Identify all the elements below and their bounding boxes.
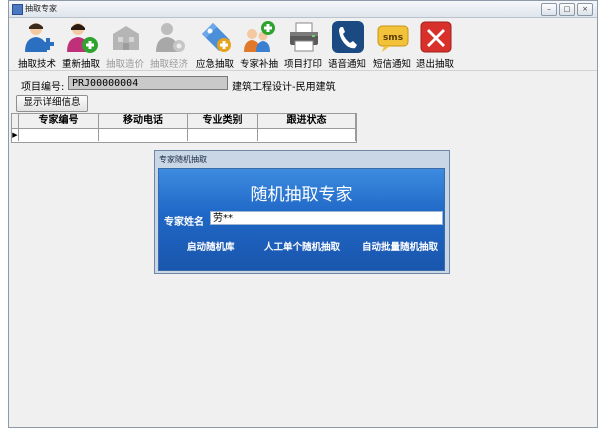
minimize-button[interactable]: –: [541, 3, 557, 16]
toolbar-button-print-project[interactable]: 项目打印: [281, 20, 325, 70]
main-window: 抽取专家 – □ × 抽取技术 重新抽取 抽取造价 抽取经济 应急抽取 专家补抽…: [8, 0, 598, 428]
table-cell[interactable]: [19, 129, 99, 141]
toolbar-button-extract-economy[interactable]: 抽取经济: [147, 20, 191, 70]
column-header[interactable]: 跟进状态: [258, 114, 356, 128]
project-code-label: 项目编号:: [21, 82, 65, 93]
table-cell[interactable]: [99, 129, 188, 141]
toolbar-button-exit-extract[interactable]: 退出抽取: [413, 20, 457, 70]
person-gear-icon: [156, 23, 185, 52]
random-extract-dialog: 专家随机抽取 随机抽取专家 专家姓名 劳** 启动随机库 人工单个随机抽取 自动…: [154, 150, 450, 274]
manual-single-extract-button[interactable]: 人工单个随机抽取: [264, 239, 340, 253]
dialog-heading: 随机抽取专家: [250, 185, 353, 205]
row-selector-icon[interactable]: ▶: [12, 129, 19, 141]
phone-icon: [332, 21, 364, 53]
start-random-pool-button[interactable]: 启动随机库: [187, 239, 235, 253]
table-header: 专家编号 移动电话 专业类别 跟进状态: [12, 114, 356, 129]
close-icon: [420, 21, 452, 53]
show-details-button[interactable]: 显示详细信息: [16, 95, 88, 112]
maximize-button[interactable]: □: [559, 3, 575, 16]
auto-batch-extract-button[interactable]: 自动批量随机抽取: [362, 239, 438, 253]
expert-name-field[interactable]: 劳**: [210, 211, 443, 225]
project-code-field[interactable]: PRJ00000004: [68, 76, 228, 90]
sms-icon: sms: [377, 25, 409, 52]
toolbar-button-re-extract[interactable]: 重新抽取: [59, 20, 103, 70]
window-title: 抽取专家: [25, 4, 57, 13]
project-row: 项目编号: PRJ00000004 建筑工程设计-民用建筑: [9, 74, 597, 96]
column-header[interactable]: 移动电话: [99, 114, 188, 128]
column-header[interactable]: 专业类别: [188, 114, 258, 128]
column-header[interactable]: 专家编号: [19, 114, 99, 128]
row-header-corner: [12, 114, 19, 128]
table-cell[interactable]: [188, 129, 258, 141]
expert-table: 专家编号 移动电话 专业类别 跟进状态 ▶: [11, 113, 357, 143]
title-bar: 抽取专家 – □ ×: [9, 1, 597, 18]
toolbar-button-sms-notify[interactable]: sms 短信通知: [370, 20, 414, 70]
svg-text:sms: sms: [383, 33, 403, 43]
table-row[interactable]: ▶: [12, 129, 356, 141]
project-name: 建筑工程设计-民用建筑: [232, 82, 336, 93]
person-plus-icon: [67, 23, 98, 53]
tag-plus-icon: [202, 23, 231, 52]
dialog-body: 随机抽取专家 专家姓名 劳** 启动随机库 人工单个随机抽取 自动批量随机抽取: [158, 168, 445, 271]
toolbar: 抽取技术 重新抽取 抽取造价 抽取经济 应急抽取 专家补抽 项目打印 语音通知 …: [9, 18, 597, 71]
close-window-button[interactable]: ×: [577, 3, 593, 16]
toolbar-button-supplement-extract[interactable]: 专家补抽: [237, 20, 281, 70]
toolbar-button-extract-tech[interactable]: 抽取技术: [15, 20, 59, 70]
left-edge-artifact: [0, 96, 8, 276]
app-icon: [12, 4, 23, 15]
toolbar-button-extract-cost[interactable]: 抽取造价: [103, 20, 147, 70]
toolbar-label: 抽取经济: [149, 59, 188, 70]
person-add-icon: [25, 23, 54, 52]
toolbar-button-voice-notify[interactable]: 语音通知: [325, 20, 369, 70]
expert-name-label: 专家姓名: [164, 217, 204, 228]
toolbar-label: 退出抽取: [415, 59, 454, 70]
toolbar-button-emergency-extract[interactable]: 应急抽取: [193, 20, 237, 70]
people-plus-icon: [244, 21, 275, 52]
building-icon: [113, 26, 139, 50]
dialog-title: 专家随机抽取: [159, 155, 207, 164]
table-cell[interactable]: [258, 129, 356, 141]
printer-icon: [290, 22, 318, 52]
